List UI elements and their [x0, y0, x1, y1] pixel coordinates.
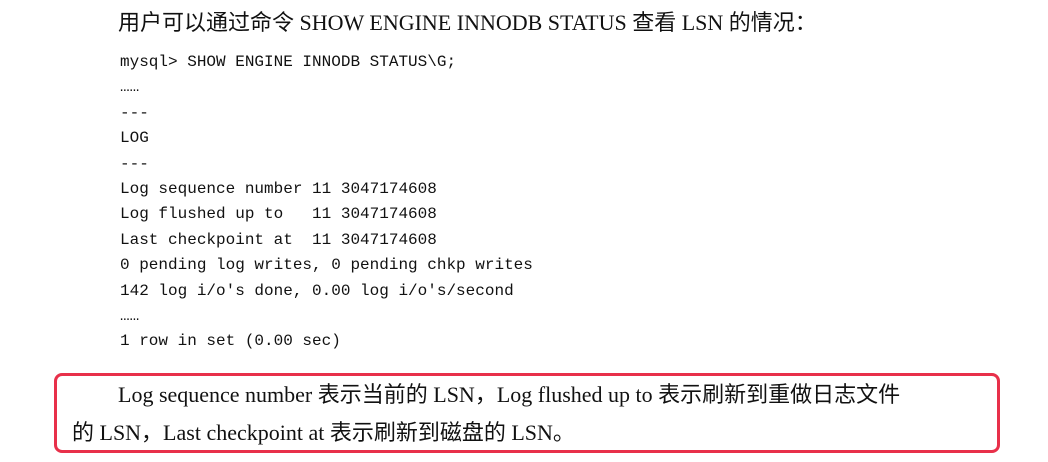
- code-line: Log flushed up to 11 3047174608: [120, 205, 437, 224]
- code-line: mysql> SHOW ENGINE INNODB STATUS\G;: [120, 53, 457, 71]
- code-block: mysql> SHOW ENGINE INNODB STATUS\G; …… -…: [120, 50, 533, 355]
- paragraph-line-1: Log sequence number 表示当前的 LSN，Log flushe…: [118, 382, 901, 407]
- code-line: ……: [120, 78, 140, 97]
- code-line: ……: [120, 306, 140, 325]
- paragraph-line-2: 的 LSN，Last checkpoint at 表示刷新到磁盘的 LSN。: [72, 420, 575, 445]
- code-line: 0 pending log writes, 0 pending chkp wri…: [120, 256, 533, 275]
- code-line: Log sequence number 11 3047174608: [120, 179, 437, 198]
- code-line: 142 log i/o's done, 0.00 log i/o's/secon…: [120, 281, 514, 300]
- intro-text: 用户可以通过命令 SHOW ENGINE INNODB STATUS 查看 LS…: [118, 10, 817, 35]
- highlighted-paragraph: Log sequence number 表示当前的 LSN，Log flushe…: [72, 376, 992, 452]
- code-line: ---: [120, 103, 149, 122]
- code-line: Last checkpoint at 11 3047174608: [120, 230, 437, 249]
- code-line: 1 row in set (0.00 sec): [120, 332, 341, 351]
- code-line: ---: [120, 154, 149, 173]
- code-line: LOG: [120, 129, 149, 148]
